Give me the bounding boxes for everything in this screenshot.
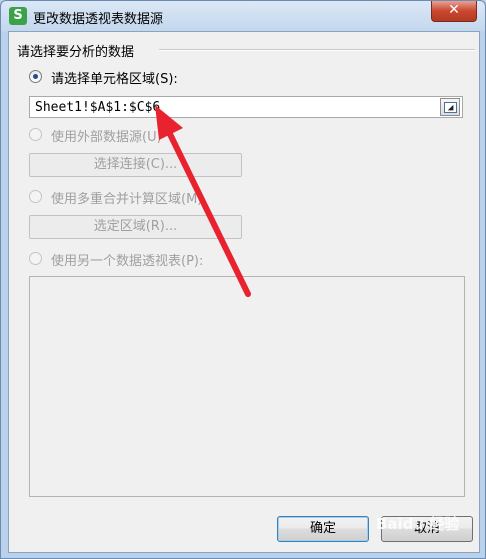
wps-sheet-app-icon: S: [9, 7, 27, 25]
dialog-body: 请选择要分析的数据 请选择单元格区域(S): Sheet1!$A$1:$C$6 …: [8, 31, 480, 553]
pivot-table-list[interactable]: [29, 276, 465, 497]
radio-select-range-label[interactable]: 请选择单元格区域(S):: [51, 68, 178, 87]
range-picker-button[interactable]: [440, 98, 460, 116]
title-bar[interactable]: S 更改数据透视表数据源 ✕: [1, 1, 485, 31]
select-connection-button[interactable]: 选择连接(C)...: [29, 153, 242, 177]
radio-multi-consolidation[interactable]: [29, 190, 42, 203]
close-button[interactable]: ✕: [431, 1, 477, 22]
group-label: 请选择要分析的数据: [17, 45, 135, 60]
select-region-button[interactable]: 选定区域(R)...: [29, 215, 242, 239]
radio-external-source-label[interactable]: 使用外部数据源(U): [51, 126, 162, 145]
radio-external-source[interactable]: [29, 128, 42, 141]
dialog-window: S 更改数据透视表数据源 ✕ 请选择要分析的数据 请选择单元格区域(S): Sh…: [0, 0, 486, 559]
ok-button[interactable]: 确定: [277, 516, 369, 542]
radio-another-pivot-label[interactable]: 使用另一个数据透视表(P):: [51, 250, 203, 269]
radio-multi-consolidation-label[interactable]: 使用多重合并计算区域(M): [51, 188, 202, 207]
dialog-title: 更改数据透视表数据源: [33, 12, 164, 27]
radio-select-range[interactable]: [29, 70, 42, 83]
range-input[interactable]: Sheet1!$A$1:$C$6: [29, 96, 463, 118]
watermark: Baidu 经验: [376, 515, 460, 533]
radio-another-pivot[interactable]: [29, 252, 42, 265]
group-divider: [159, 49, 475, 51]
